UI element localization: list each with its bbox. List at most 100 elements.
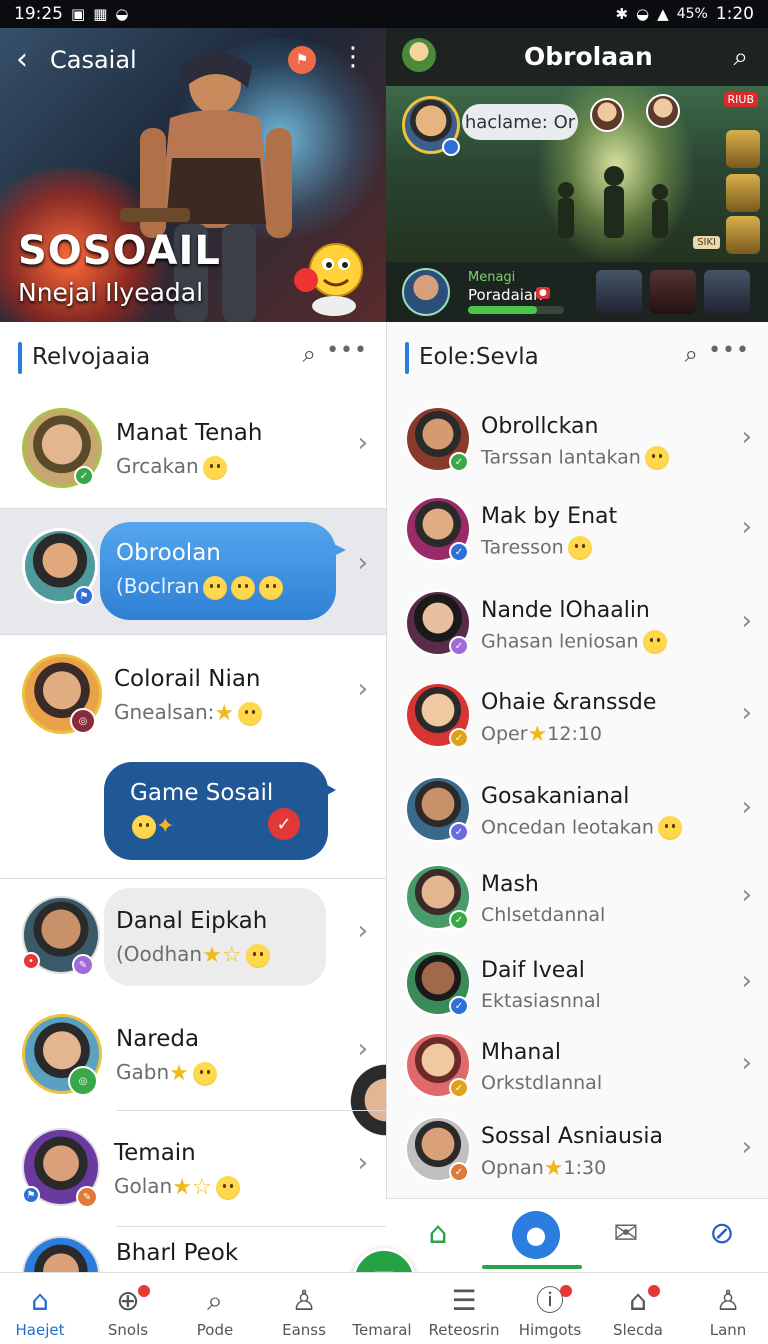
tab-haejet[interactable]: ⌂ Haejet	[0, 1273, 80, 1344]
list-item[interactable]: ✓ Mak by Enat Taresson ›	[387, 494, 768, 578]
list-item[interactable]: ✓ Manat Tenah Grcakan ›	[0, 406, 386, 496]
smile-emoji-icon	[203, 575, 228, 600]
contact-name: Colorail Nian	[114, 666, 261, 692]
notification-icon: ▣	[71, 4, 86, 23]
avatar[interactable]	[402, 268, 450, 316]
notification-badge	[648, 1285, 660, 1297]
search-icon[interactable]: ⌕	[733, 42, 748, 73]
chevron-right-icon: ›	[357, 1034, 368, 1064]
list-item[interactable]: ✓ Mhanal Orkstdlannal ›	[387, 1030, 768, 1114]
list-item[interactable]: • ✎ Danal Eipkah (Oodhan★☆ ›	[0, 894, 386, 984]
smile-emoji-icon	[644, 446, 669, 470]
tab-reteosrin[interactable]: ☰ Reteosrin	[424, 1273, 504, 1344]
tab-label: Snols	[107, 1321, 149, 1339]
smile-emoji-icon	[245, 943, 270, 968]
game-tile[interactable]	[704, 270, 750, 314]
compass-icon[interactable]: ⊘	[700, 1211, 744, 1255]
divider	[0, 878, 386, 879]
contact-status: Opnan★1:30	[481, 1156, 606, 1181]
tab-label: Pode	[196, 1321, 234, 1339]
back-icon[interactable]: ‹	[16, 45, 28, 75]
more-horizontal-icon[interactable]: •••	[326, 338, 368, 363]
tab-temaral[interactable]: Temaral	[342, 1273, 422, 1344]
avatar[interactable]	[590, 98, 624, 132]
online-badge: ◎	[70, 708, 96, 734]
online-badge: ⚑	[74, 586, 94, 606]
avatar[interactable]	[402, 38, 436, 72]
contact-name: Mak by Enat	[481, 504, 618, 529]
contact-name: Ohaie &ranssde	[481, 690, 657, 715]
flag-icon[interactable]: ⚑	[288, 46, 316, 74]
right-contacts-panel: Eole:Sevla ⌕ ••• ✓ Obrollckan Tarssan lant…	[386, 322, 768, 1198]
smile-emoji-icon	[192, 1061, 217, 1086]
status-text: Chlsetdannal	[481, 904, 606, 926]
status-text: Grcakan	[116, 454, 199, 478]
tab-snols[interactable]: ⊕ Snols	[88, 1273, 168, 1344]
chat-bubble: haclame: Or	[462, 104, 578, 140]
list-item[interactable]: ✓ Sossal Asniausia Opnan★1:30 ›	[387, 1114, 768, 1198]
list-item[interactable]: ✓ Mash Chlsetdannal ›	[387, 862, 768, 946]
game-tile[interactable]	[650, 270, 696, 314]
tab-himgots[interactable]: ⓘ Himgots	[510, 1273, 590, 1344]
app-root: 19:25 ▣ ▦ ◒ ✱ ◒ ▲ 45% 1:20 ‹ Casaial ⚑ ⋮…	[0, 0, 768, 1344]
online-badge: ✓	[449, 996, 469, 1016]
chevron-right-icon: ›	[357, 548, 368, 578]
list-item[interactable]: ✓ Ohaie &ranssde Oper★12:10 ›	[387, 680, 768, 764]
tab-label: Slecda	[613, 1321, 663, 1339]
chevron-right-icon: ›	[741, 1132, 752, 1162]
progress-fill	[468, 306, 538, 314]
globe-icon: ⊕	[116, 1284, 140, 1317]
battery-text: 45%	[676, 6, 708, 22]
search-icon[interactable]: ⌕	[303, 340, 316, 368]
status-text: Tarssan lantakan	[481, 446, 641, 469]
home-icon[interactable]: ⌂	[416, 1211, 460, 1255]
hero-header: ‹ Casaial ⚑ ⋮	[0, 40, 386, 80]
contact-status: Ektasiasnnal	[481, 990, 601, 1012]
profile-icon: ♙	[715, 1284, 741, 1317]
tab-pode[interactable]: ⌕ Pode	[175, 1273, 255, 1344]
list-item[interactable]: ✓ Daif Iveal Ektasiasnnal ›	[387, 948, 768, 1032]
player-bar: Menagi Poradaian ●	[386, 262, 768, 322]
online-badge: ✎	[76, 1186, 98, 1208]
chevron-right-icon: ›	[741, 966, 752, 996]
game-tile[interactable]	[596, 270, 642, 314]
bottom-tab-bar: ⌂ Haejet ⊕ Snols ⌕ Pode ♙ Eanss Temaral ☰ Reteosri…	[0, 1272, 768, 1344]
list-item[interactable]: ◎ Colorail Nian Gnealsan:★ ›	[0, 652, 386, 742]
search-icon[interactable]: ⌕	[685, 340, 698, 368]
bluetooth-icon: ✱	[615, 4, 629, 23]
contact-status: Ghasan leniosan	[481, 630, 667, 654]
mail-icon[interactable]: ✉	[604, 1211, 648, 1255]
chevron-right-icon: ›	[357, 674, 368, 704]
online-badge: ⚑	[22, 1186, 40, 1204]
list-item[interactable]: ✓ Obrollckan Tarssan lantakan ›	[387, 404, 768, 488]
left-contacts-panel: Relvojaaia ⌕ ••• ✓ Manat Tenah Grcakan ›…	[0, 322, 386, 1272]
avatar[interactable]	[646, 94, 680, 128]
list-item[interactable]: ✓ Nande lOhaalin Ghasan leniosan ›	[387, 588, 768, 672]
player-thumb[interactable]	[726, 130, 760, 168]
tab-lann[interactable]: ♙ Lann	[688, 1273, 768, 1344]
tab-slecda[interactable]: ⌂ Slecda	[598, 1273, 678, 1344]
status-text: Ektasiasnnal	[481, 990, 601, 1012]
tab-eanss[interactable]: ♙ Eanss	[264, 1273, 344, 1344]
more-horizontal-icon[interactable]: •••	[708, 338, 750, 363]
more-vertical-icon[interactable]: ⋮	[340, 44, 366, 70]
list-item[interactable]: ⚑ ✎ Temain Golan★☆ ›	[0, 1126, 386, 1216]
player-thumb[interactable]	[726, 174, 760, 212]
contact-name: Gosakanianal	[481, 784, 630, 809]
status-bar: 19:25 ▣ ▦ ◒ ✱ ◒ ▲ 45% 1:20	[0, 0, 768, 28]
list-item[interactable]: Bharl Peok	[0, 1234, 386, 1272]
player-label-top: Menagi	[468, 270, 516, 285]
list-item[interactable]: ✓ Gosakanianal Oncedan leotakan ›	[387, 774, 768, 858]
player-thumb[interactable]	[726, 216, 760, 254]
list-item[interactable]: ◎ Nareda Gabn★ ›	[0, 1012, 386, 1102]
person-icon[interactable]: ●	[512, 1211, 560, 1259]
status-time: 19:25	[14, 4, 63, 24]
contact-status: Orkstdlannal	[481, 1072, 602, 1094]
star-icon: ★	[527, 722, 548, 747]
chat-preview: Obrolaan ⌕ haclame: Or RIUB SIKI Menagi …	[386, 28, 768, 322]
chat-bottom-nav: ⌂ ● ✉ ⊘	[386, 1198, 768, 1272]
list-item[interactable]: ⚑ Obroolan (Boclran ›	[0, 526, 386, 616]
contact-name: Temain	[114, 1140, 196, 1166]
panel-header: Eole:Sevla ⌕ •••	[387, 322, 768, 394]
chevron-right-icon: ›	[741, 880, 752, 910]
